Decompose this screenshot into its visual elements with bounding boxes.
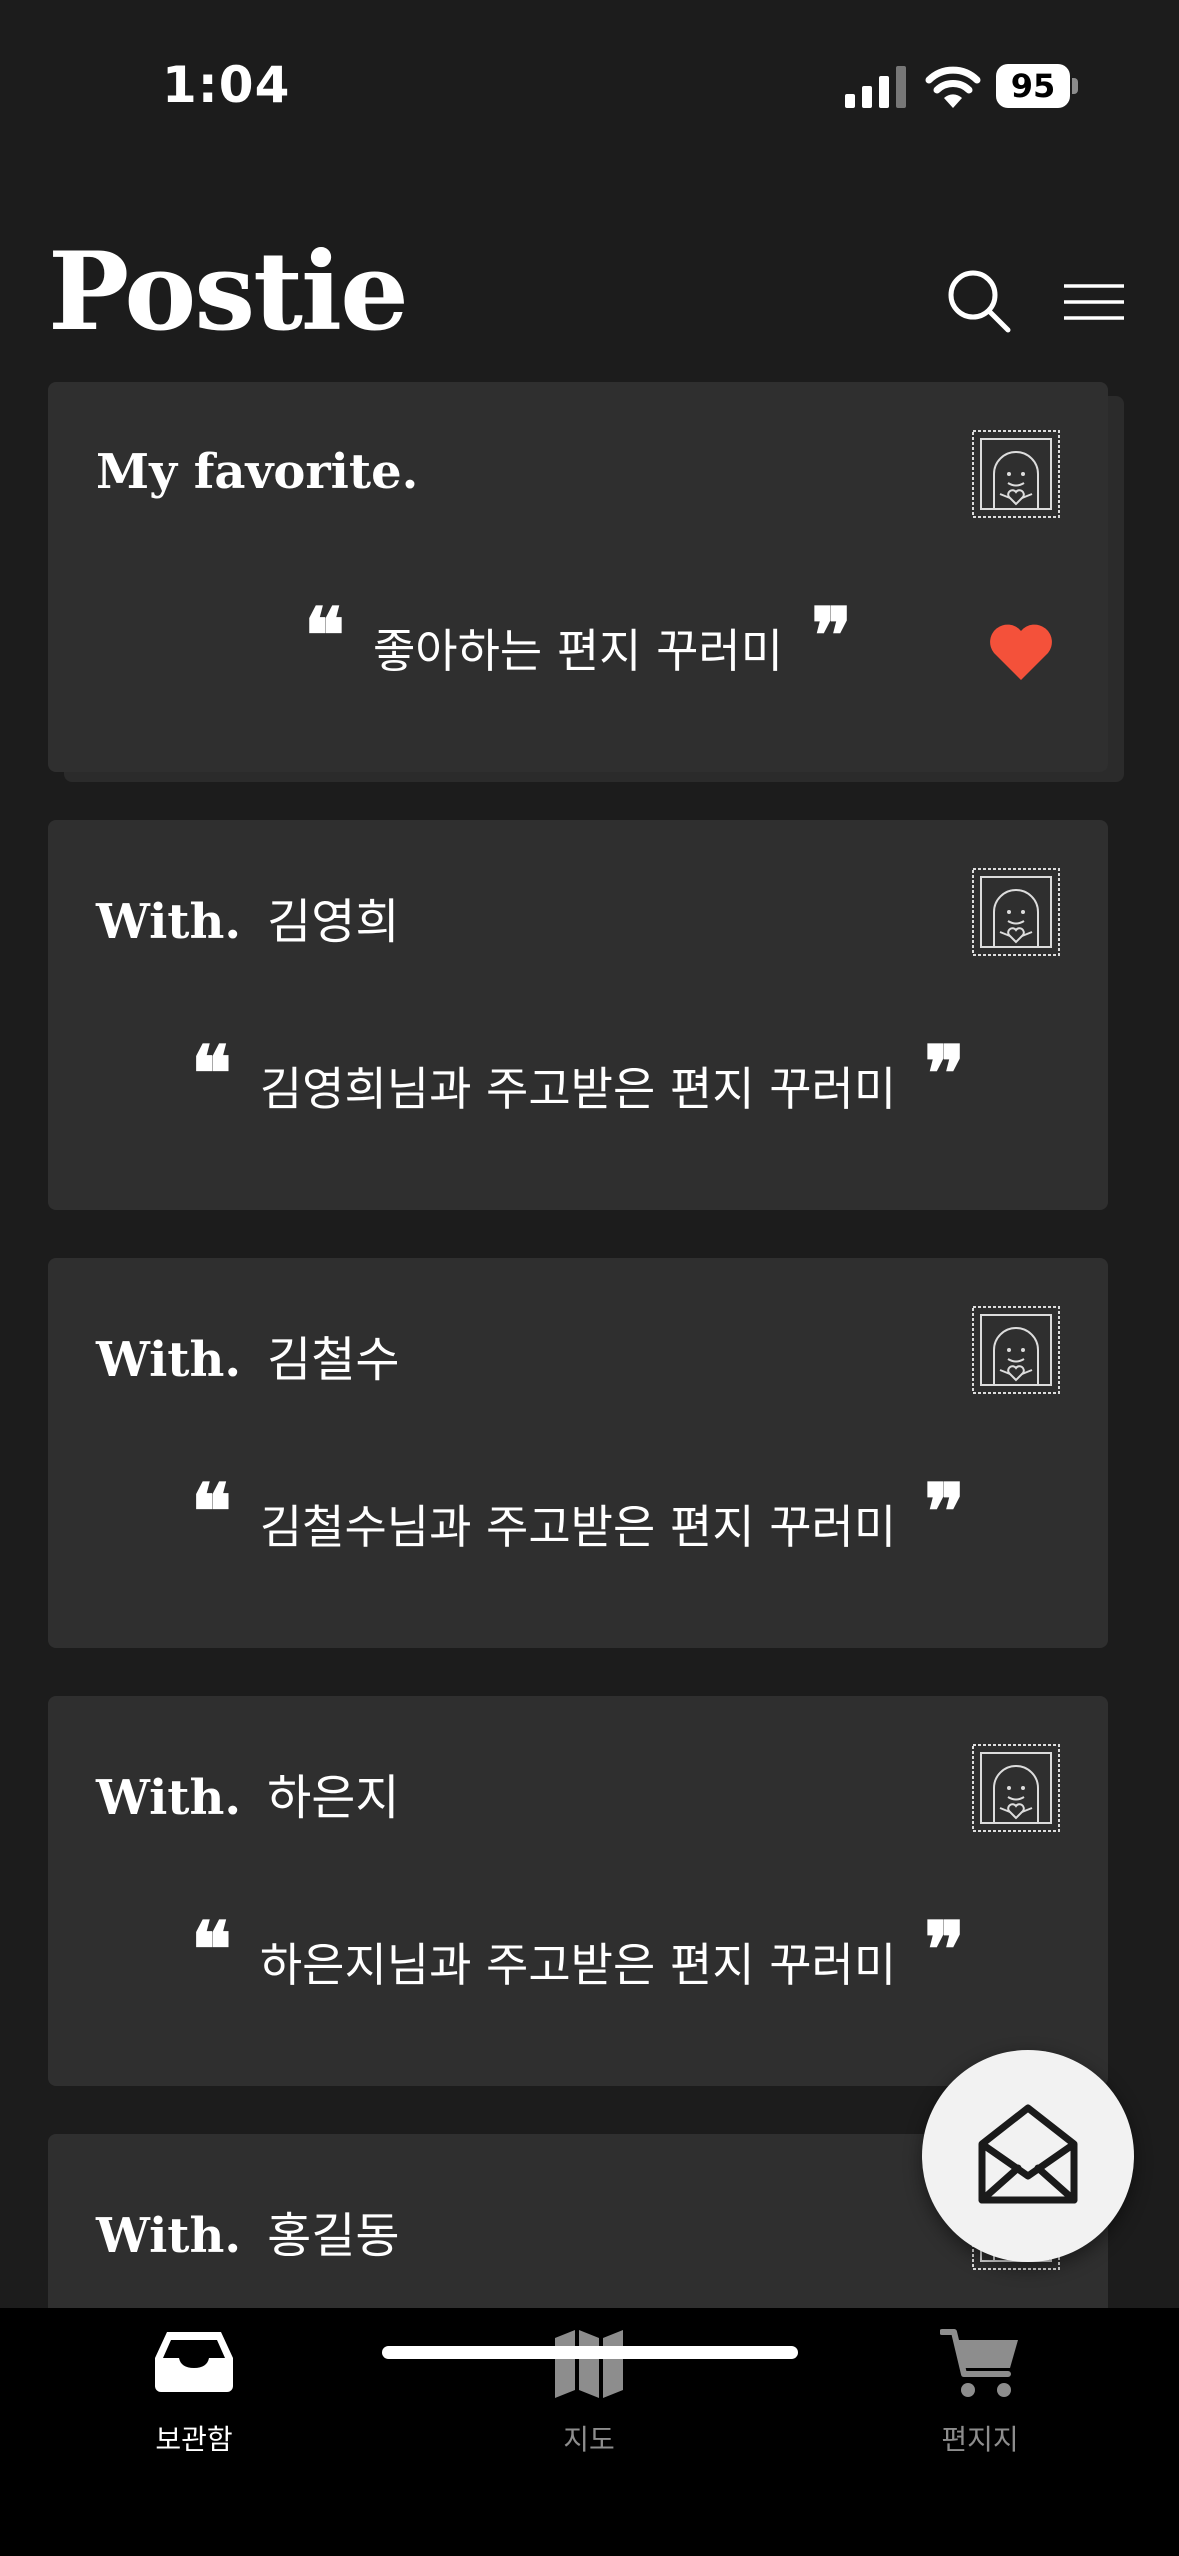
conversation-card[interactable]: With. 하은지 ❝ 하은지님과 주고받은 편지 꾸러미 ❞ [48, 1696, 1108, 2086]
app-title: Postie [48, 229, 409, 355]
menu-button[interactable] [1062, 282, 1126, 322]
conversation-description: ❝ 김영희님과 주고받은 편지 꾸러미 ❞ [48, 1036, 1108, 1124]
conversation-description-text: 하은지님과 주고받은 편지 꾸러미 [259, 1938, 897, 1992]
favorite-heading-text: My favorite. [96, 444, 419, 500]
inbox-tray-icon [155, 2332, 233, 2392]
cellular-signal-icon [845, 66, 906, 108]
with-prefix: With. [96, 1770, 242, 1826]
conversation-card[interactable]: With. 김철수 ❝ 김철수님과 주고받은 편지 꾸러미 ❞ [48, 1258, 1108, 1648]
search-icon [948, 270, 1011, 333]
hamburger-menu-icon [1064, 284, 1124, 320]
conversation-description-text: 김철수님과 주고받은 편지 꾸러미 [259, 1500, 897, 1554]
battery-level: 95 [996, 64, 1070, 108]
open-quote-mark: ❝ [190, 1467, 232, 1556]
conversation-card[interactable]: With. 김영희 ❝ 김영희님과 주고받은 편지 꾸러미 ❞ [48, 820, 1108, 1210]
conversation-heading: With. 하은지 [96, 1758, 400, 1828]
open-quote-mark: ❝ [190, 1905, 232, 1994]
favorite-description-text: 좋아하는 편지 꾸러미 [372, 624, 784, 678]
favorite-heading: My favorite. [96, 444, 418, 500]
conversation-description-text: 김영희님과 주고받은 편지 꾸러미 [259, 1062, 897, 1116]
conversation-description: ❝ 하은지님과 주고받은 편지 꾸러미 ❞ [48, 1912, 1108, 2000]
open-quote-mark: ❝ [304, 591, 345, 680]
with-prefix: With. [96, 2208, 242, 2264]
stamp-icon [972, 1306, 1060, 1394]
cart-icon [940, 2329, 1018, 2397]
stamp-icon [972, 1744, 1060, 1832]
contact-name: 김철수 [267, 1332, 400, 1388]
home-indicator[interactable] [382, 2346, 798, 2359]
close-quote-mark: ❞ [924, 1467, 966, 1556]
tab-inbox-label: 보관함 [155, 2424, 233, 2455]
with-prefix: With. [96, 1332, 242, 1388]
conversation-description: ❝ 김철수님과 주고받은 편지 꾸러미 ❞ [48, 1474, 1108, 1562]
battery-indicator: 95 [996, 64, 1080, 108]
conversation-heading: With. 홍길동 [96, 2196, 400, 2266]
conversation-heading: With. 김영희 [96, 882, 400, 952]
write-letter-button[interactable] [922, 2050, 1134, 2262]
close-quote-mark: ❞ [811, 591, 852, 680]
contact-name: 김영희 [267, 894, 400, 950]
tab-inbox[interactable]: 보관함 [44, 2308, 344, 2468]
conversation-card-wrapper: With. 김영희 ❝ 김영희님과 주고받은 편지 꾸러미 ❞ [48, 820, 1108, 1210]
map-icon [555, 2330, 623, 2398]
favorite-card[interactable]: My favorite. ❝ 좋아하는 편지 꾸러미 ❞ [48, 382, 1108, 772]
favorite-card-wrapper: My favorite. ❝ 좋아하는 편지 꾸러미 ❞ [48, 382, 1124, 782]
battery-tip [1072, 78, 1078, 94]
close-quote-mark: ❞ [924, 1029, 966, 1118]
with-prefix: With. [96, 894, 242, 950]
tab-map[interactable]: 지도 [439, 2308, 739, 2468]
conversation-heading: With. 김철수 [96, 1320, 400, 1390]
open-quote-mark: ❝ [190, 1029, 232, 1118]
contact-name: 하은지 [267, 1770, 400, 1826]
stamp-icon [972, 430, 1060, 518]
letter-bundle-list[interactable]: My favorite. ❝ 좋아하는 편지 꾸러미 ❞ With. 김영희 ❝… [0, 382, 1179, 2310]
tab-map-label: 지도 [563, 2424, 615, 2455]
tab-stationery-label: 편지지 [941, 2424, 1019, 2455]
favorite-description: ❝ 좋아하는 편지 꾸러미 ❞ [48, 598, 1108, 686]
open-envelope-icon [978, 2104, 1078, 2204]
status-time: 1:04 [162, 56, 291, 114]
heart-icon[interactable] [988, 622, 1054, 682]
status-bar: 1:04 95 [0, 0, 1179, 140]
wifi-icon [925, 66, 981, 108]
conversation-card-wrapper: With. 김철수 ❝ 김철수님과 주고받은 편지 꾸러미 ❞ [48, 1258, 1108, 1648]
search-button[interactable] [946, 268, 1012, 334]
conversation-card-wrapper: With. 하은지 ❝ 하은지님과 주고받은 편지 꾸러미 ❞ [48, 1696, 1108, 2086]
stamp-icon [972, 868, 1060, 956]
contact-name: 홍길동 [267, 2208, 400, 2264]
close-quote-mark: ❞ [924, 1905, 966, 1994]
tab-stationery[interactable]: 편지지 [830, 2308, 1130, 2468]
